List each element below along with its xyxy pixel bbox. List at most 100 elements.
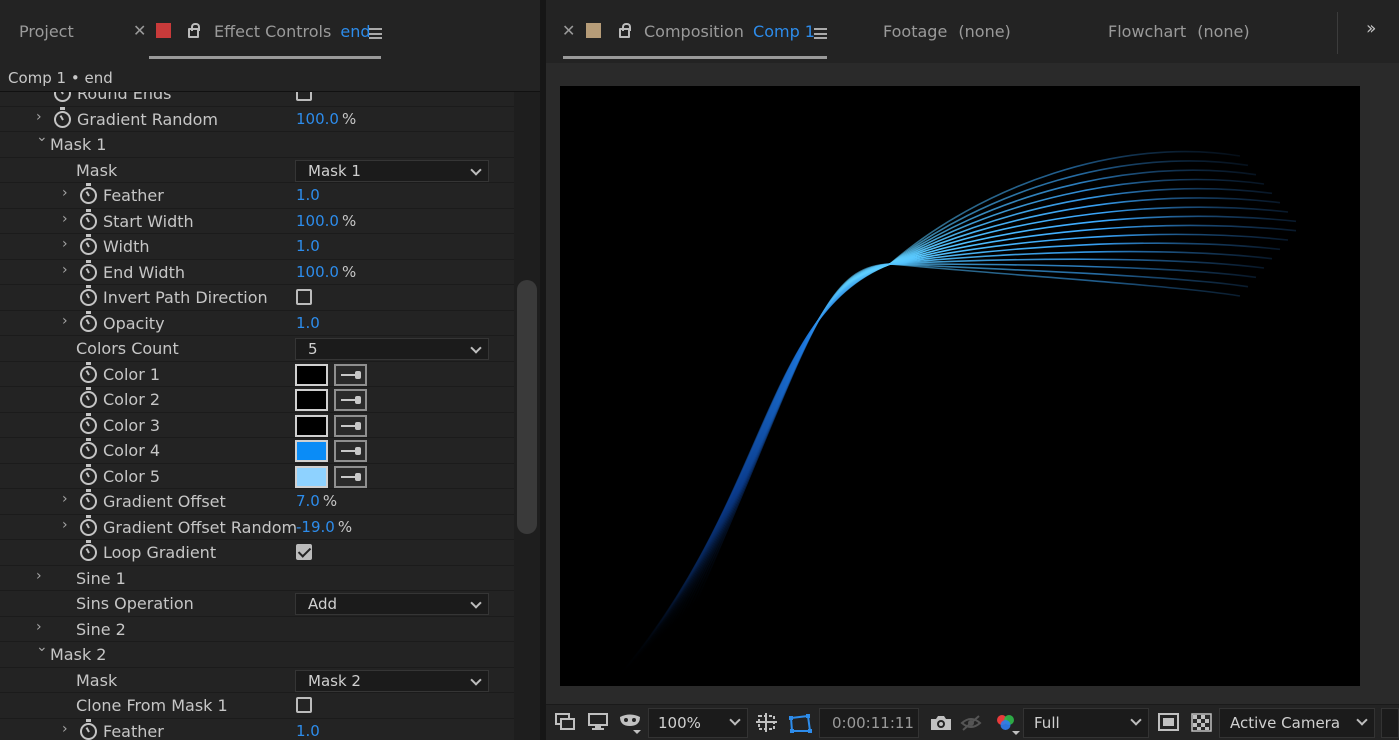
- stopwatch-icon[interactable]: [80, 285, 97, 306]
- property-value[interactable]: 1.0: [296, 722, 320, 740]
- property-value-number[interactable]: 7.0: [296, 492, 320, 510]
- property-value[interactable]: 1.0: [296, 237, 320, 255]
- region-of-interest-icon[interactable]: [788, 713, 814, 735]
- stopwatch-icon[interactable]: [80, 489, 97, 510]
- tab-footage[interactable]: Footage (none): [883, 22, 1011, 41]
- timecode-field[interactable]: 0:00:11:11: [819, 708, 919, 738]
- grid-guides-icon[interactable]: [756, 713, 780, 735]
- camera-dropdown[interactable]: Active Camera: [1219, 708, 1375, 738]
- twirl-right-icon[interactable]: ›: [36, 109, 42, 125]
- stopwatch-icon[interactable]: [80, 540, 97, 561]
- property-value[interactable]: -19.0%: [296, 518, 352, 536]
- property-checkbox[interactable]: [296, 289, 312, 305]
- stopwatch-icon[interactable]: [80, 259, 97, 281]
- color-swatch[interactable]: [295, 363, 328, 386]
- stopwatch-icon[interactable]: [80, 387, 97, 408]
- property-row[interactable]: Colors Count 5: [0, 336, 514, 362]
- stopwatch-icon[interactable]: [54, 106, 71, 128]
- scrollbar-thumb[interactable]: [517, 280, 537, 534]
- property-row[interactable]: › Opacity 1.0: [0, 310, 514, 336]
- tab-flowchart[interactable]: Flowchart (none): [1108, 22, 1250, 41]
- snapshot-icon[interactable]: [929, 713, 953, 733]
- property-row[interactable]: › Gradient Offset Random -19.0%: [0, 514, 514, 540]
- property-dropdown[interactable]: Mask 2: [295, 669, 489, 692]
- property-row[interactable]: Color 1: [0, 361, 514, 387]
- property-row[interactable]: Invert Path Direction: [0, 285, 514, 311]
- property-value-number[interactable]: 100.0: [296, 110, 339, 128]
- color-swatch[interactable]: [295, 440, 328, 462]
- tab-composition[interactable]: Composition Comp 1: [644, 22, 815, 41]
- color-swatch[interactable]: [295, 389, 328, 411]
- stopwatch-icon[interactable]: [80, 183, 97, 204]
- property-row[interactable]: Color 3: [0, 412, 514, 438]
- property-value-number[interactable]: 1.0: [296, 186, 320, 204]
- twirl-right-icon[interactable]: ›: [62, 211, 68, 227]
- monitor-icon[interactable]: [588, 713, 610, 731]
- panel-menu-icon[interactable]: [814, 28, 827, 39]
- stopwatch-icon[interactable]: [80, 514, 97, 536]
- eyedropper-icon[interactable]: [334, 440, 367, 462]
- always-preview-icon[interactable]: [555, 713, 577, 731]
- scrollbar[interactable]: [514, 92, 540, 740]
- property-row[interactable]: › Start Width 100.0%: [0, 208, 514, 234]
- property-row[interactable]: › End Width 100.0%: [0, 259, 514, 285]
- tab-effect-controls[interactable]: Effect Controls end: [214, 22, 371, 41]
- property-row[interactable]: › Gradient Random 100.0%: [0, 106, 514, 132]
- property-row[interactable]: Color 5: [0, 463, 514, 489]
- property-row[interactable]: › Width 1.0: [0, 234, 514, 260]
- eyedropper-icon[interactable]: [334, 389, 367, 411]
- close-tab-icon[interactable]: ✕: [562, 21, 575, 40]
- property-value[interactable]: 1.0: [296, 186, 320, 204]
- stopwatch-icon[interactable]: [80, 234, 97, 255]
- property-value[interactable]: 100.0%: [296, 212, 356, 230]
- resolution-dropdown[interactable]: Full: [1023, 708, 1149, 738]
- property-value[interactable]: 7.0%: [296, 492, 337, 510]
- property-value-number[interactable]: 100.0: [296, 212, 339, 230]
- composition-viewer[interactable]: [546, 63, 1399, 704]
- property-checkbox[interactable]: [296, 544, 312, 560]
- property-row[interactable]: Round Ends: [0, 92, 514, 107]
- views-dropdown[interactable]: [1381, 708, 1399, 738]
- property-row[interactable]: Color 2: [0, 387, 514, 413]
- color-swatch[interactable]: [295, 414, 328, 437]
- twirl-right-icon[interactable]: ›: [62, 262, 68, 278]
- property-value-number[interactable]: 1.0: [296, 237, 320, 255]
- twirl-right-icon[interactable]: ›: [36, 619, 42, 635]
- stopwatch-icon[interactable]: [80, 438, 97, 459]
- twirl-right-icon[interactable]: ›: [62, 491, 68, 507]
- property-row[interactable]: Mask Mask 2: [0, 668, 514, 693]
- twirl-right-icon[interactable]: ›: [36, 568, 42, 584]
- stopwatch-icon[interactable]: [80, 310, 97, 332]
- lock-icon[interactable]: [188, 23, 200, 38]
- property-row[interactable]: Clone From Mask 1: [0, 693, 514, 719]
- twirl-down-icon[interactable]: ⌄: [36, 639, 48, 655]
- property-dropdown[interactable]: Mask 1: [295, 159, 489, 182]
- tab-project[interactable]: Project: [19, 22, 74, 41]
- zoom-dropdown[interactable]: 100%: [648, 708, 748, 738]
- property-row[interactable]: › Feather 1.0: [0, 718, 514, 740]
- twirl-right-icon[interactable]: ›: [62, 721, 68, 737]
- color-swatch[interactable]: [295, 465, 328, 488]
- property-value-number[interactable]: 1.0: [296, 314, 320, 332]
- stopwatch-icon[interactable]: [80, 463, 97, 485]
- stopwatch-icon[interactable]: [80, 361, 97, 383]
- panel-menu-icon[interactable]: [369, 28, 382, 39]
- property-row[interactable]: Sins Operation Add: [0, 591, 514, 617]
- property-row[interactable]: › Feather 1.0: [0, 183, 514, 209]
- color-channels-icon[interactable]: [994, 713, 1022, 737]
- property-value-number[interactable]: -19.0: [296, 518, 335, 536]
- twirl-right-icon[interactable]: ›: [62, 236, 68, 252]
- twirl-right-icon[interactable]: ›: [62, 313, 68, 329]
- lock-icon[interactable]: [619, 23, 631, 38]
- eyedropper-icon[interactable]: [334, 363, 367, 386]
- property-row[interactable]: › Sine 2: [0, 617, 514, 642]
- more-tabs-icon[interactable]: ››: [1366, 18, 1377, 39]
- property-row[interactable]: › Sine 1: [0, 566, 514, 591]
- property-row[interactable]: ⌄ Mask 1: [0, 129, 514, 158]
- checkerboard-icon[interactable]: [1191, 713, 1213, 733]
- twirl-right-icon[interactable]: ›: [62, 185, 68, 201]
- close-tab-icon[interactable]: ✕: [133, 21, 146, 40]
- twirl-right-icon[interactable]: ›: [62, 517, 68, 533]
- property-value[interactable]: 1.0: [296, 314, 320, 332]
- property-dropdown[interactable]: 5: [295, 338, 489, 360]
